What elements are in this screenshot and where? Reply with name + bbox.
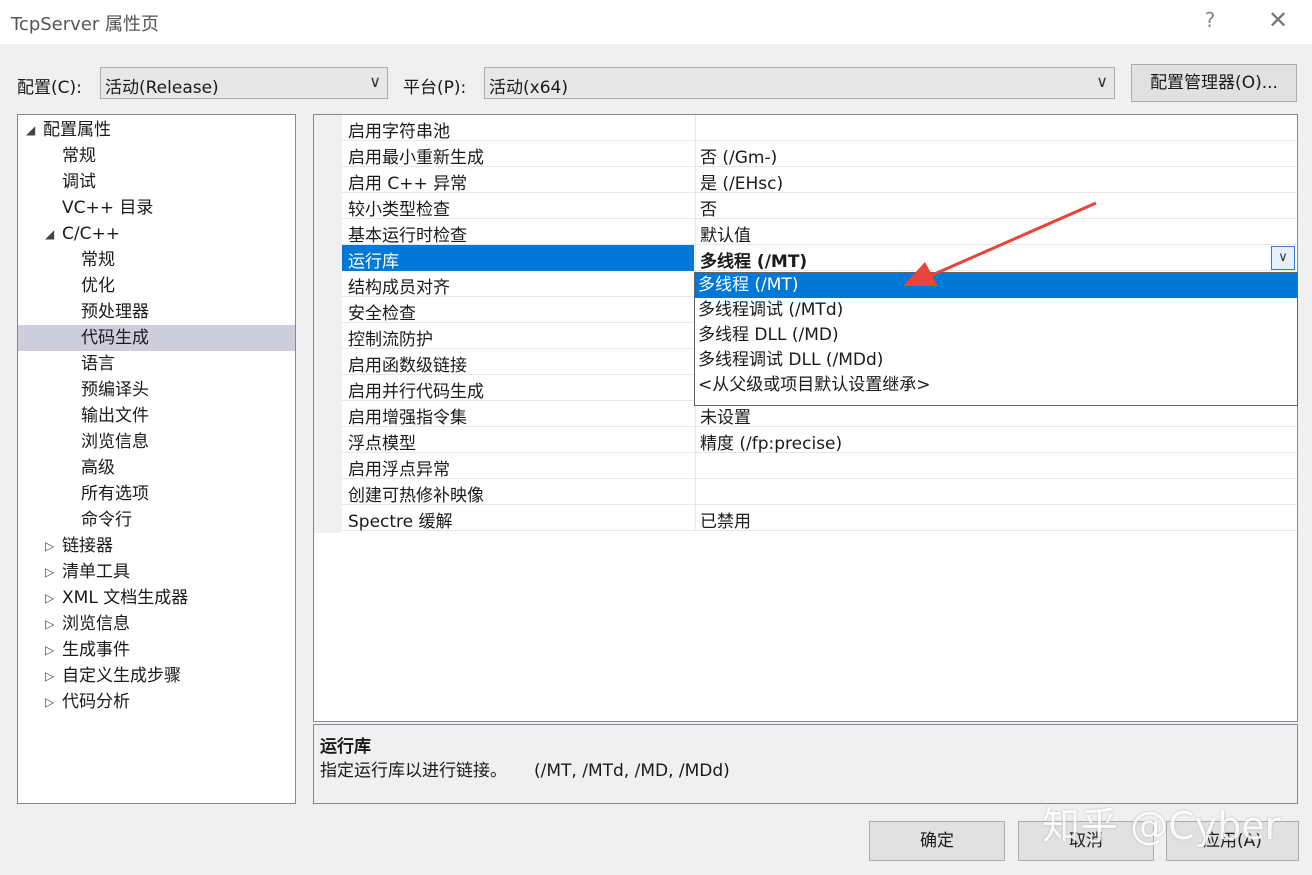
ok-button[interactable]: 确定 [869, 821, 1005, 861]
description-panel: 运行库 指定运行库以进行链接。 (/MT, /MTd, /MD, /MDd) [313, 724, 1298, 804]
description-title: 运行库 [320, 737, 371, 757]
watermark: 知乎 @Cyber [1042, 804, 1281, 848]
description-text: 指定运行库以进行链接。 (/MT, /MTd, /MD, /MDd) [320, 761, 730, 781]
